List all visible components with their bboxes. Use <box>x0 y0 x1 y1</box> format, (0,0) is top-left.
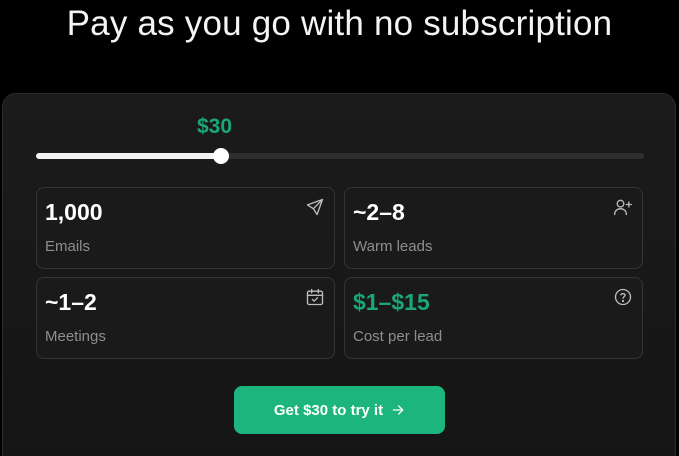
stat-value: 1,000 <box>45 199 103 225</box>
slider-fill <box>36 153 222 159</box>
stat-card-cost-per-lead: $1–$15 Cost per lead <box>344 277 643 359</box>
page-title: Pay as you go with no subscription <box>66 4 613 43</box>
arrow-right-icon <box>391 403 405 417</box>
stat-label: Emails <box>45 238 91 255</box>
get-30-button[interactable]: Get $30 to try it <box>234 386 445 434</box>
stat-card-meetings: ~1–2 Meetings <box>36 277 335 359</box>
help-circle-icon[interactable] <box>613 287 633 307</box>
pricing-page: Pay as you go with no subscription $30 1… <box>0 0 679 456</box>
send-icon <box>305 197 325 217</box>
stat-label: Warm leads <box>353 238 433 255</box>
stat-value: ~1–2 <box>45 289 97 315</box>
slider-value-label: $30 <box>197 115 233 138</box>
stat-label: Cost per lead <box>353 328 443 345</box>
stat-card-emails: 1,000 Emails <box>36 187 335 269</box>
stat-value: ~2–8 <box>353 199 405 225</box>
stat-label: Meetings <box>45 328 106 345</box>
stat-value: $1–$15 <box>353 289 430 315</box>
calendar-check-icon <box>305 287 325 307</box>
cta-label: Get $30 to try it <box>273 401 384 419</box>
add-user-icon <box>613 197 633 217</box>
stat-card-warm-leads: ~2–8 Warm leads <box>344 187 643 269</box>
budget-slider[interactable] <box>36 148 644 164</box>
